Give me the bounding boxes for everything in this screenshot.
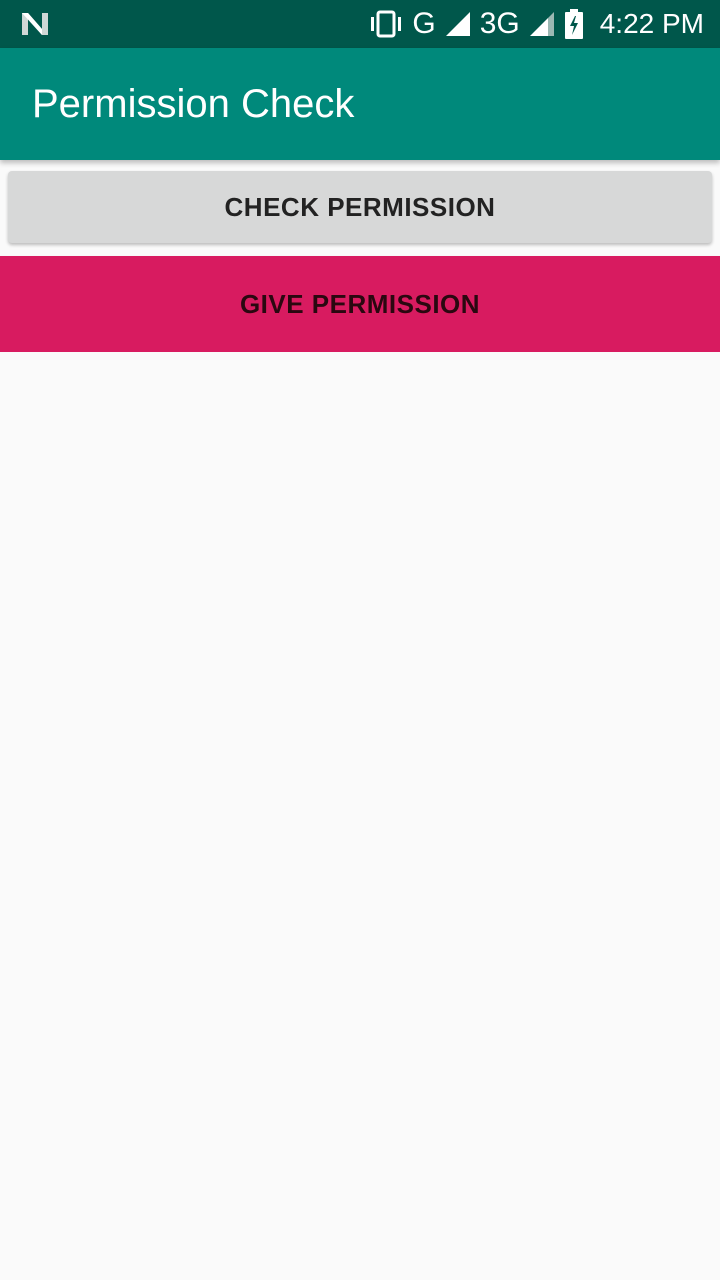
status-bar: G 3G 4:22 PM (0, 0, 720, 48)
content-area (0, 352, 720, 1280)
vibrate-icon (368, 10, 404, 38)
app-bar: Permission Check (0, 48, 720, 160)
status-icons: G 3G 4:22 PM (368, 0, 704, 48)
check-permission-button[interactable]: CHECK PERMISSION (8, 171, 712, 243)
signal-3g-icon (528, 10, 556, 38)
give-permission-button[interactable]: GIVE PERMISSION (0, 256, 720, 352)
nougat-n-icon (20, 11, 50, 37)
network-type-3g-label: 3G (479, 7, 520, 40)
battery-charging-icon (564, 9, 584, 39)
page-title: Permission Check (32, 82, 355, 126)
status-time: 4:22 PM (599, 8, 704, 39)
signal-icon (444, 10, 472, 38)
network-type-label: G (412, 7, 436, 40)
